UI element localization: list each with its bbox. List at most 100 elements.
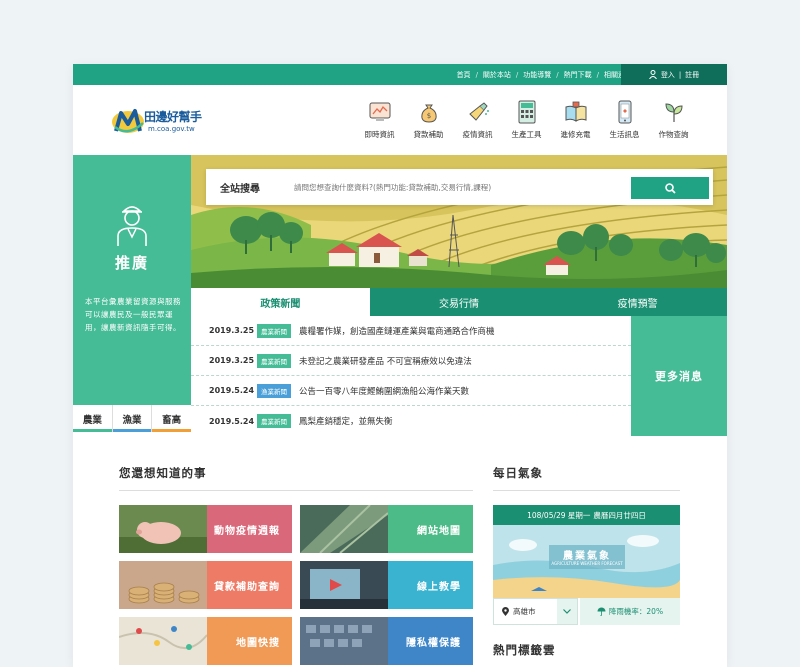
- search-icon: [664, 182, 676, 194]
- weather-banner-title: 農業氣象: [563, 551, 611, 562]
- tile-animal-epidemic[interactable]: 動物疫情週報: [119, 505, 292, 553]
- top-nav: 首頁 / 關於本站 / 功能導覽 / 熱門下載 / 相關連結: [452, 64, 637, 85]
- news-title: 公告一百零八年度鰹鮪圍網漁船公海作業天數: [299, 386, 470, 397]
- user-icon: [648, 70, 657, 79]
- news-item[interactable]: 2019.3.25 農業新聞 農糧署作媒，創造國產鏈運產業與電商通路合作商機: [191, 316, 631, 346]
- tile-privacy[interactable]: 隱私權保護: [300, 617, 473, 665]
- register-link[interactable]: 註冊: [685, 70, 699, 80]
- tab-epidemic-alert[interactable]: 疫情預警: [548, 288, 727, 316]
- news-date: 2019.5.24: [209, 416, 255, 426]
- topnav-downloads[interactable]: 熱門下載: [559, 70, 597, 80]
- topnav-separator: /: [515, 70, 519, 79]
- section-divider: [493, 490, 680, 491]
- nav-label: 生產工具: [511, 130, 542, 139]
- weather-widget: 108/05/29 星期一 農曆四月廿四日 農業氣象 AGRICULTURE W…: [493, 505, 680, 625]
- rain-probability: 降雨機率：20%: [580, 598, 680, 625]
- tile-label: 貸款補助查詢: [214, 581, 280, 593]
- location-pin-icon: [502, 607, 509, 616]
- category-indicator: [112, 429, 152, 432]
- nav-learning[interactable]: 進修充電: [551, 99, 600, 140]
- nav-label: 即時資訊: [364, 130, 395, 139]
- logo-m-icon: [112, 109, 144, 133]
- tile-label: 線上教學: [417, 581, 461, 593]
- weather-section-title: 每日氣象: [493, 466, 543, 480]
- sprout-icon: [661, 99, 687, 125]
- nav-epidemic-info[interactable]: 疫情資訊: [453, 99, 502, 140]
- category-fishery[interactable]: 漁業: [112, 405, 153, 432]
- news-tag: 農業新聞: [257, 353, 291, 368]
- phone-icon: [612, 99, 638, 125]
- umbrella-icon: [597, 607, 606, 616]
- spray-bottle-icon: [465, 99, 491, 125]
- hero-banner: 全站搜尋: [191, 155, 727, 288]
- topnav-about[interactable]: 關於本站: [478, 70, 516, 80]
- farmer-icon: [117, 206, 147, 246]
- weather-controls: 高雄市 降雨機率：20%: [493, 598, 680, 625]
- tile-sitemap[interactable]: 網站地圖: [300, 505, 473, 553]
- more-news-button[interactable]: 更多消息: [631, 316, 727, 436]
- news-tabs: 政策新聞 交易行情 疫情預警: [191, 288, 727, 316]
- nav-crop-search[interactable]: 作物查詢: [649, 99, 698, 140]
- page: 首頁 / 關於本站 / 功能導覽 / 熱門下載 / 相關連結 登入 | 註冊 田…: [73, 64, 727, 667]
- category-label: 漁業: [122, 414, 142, 426]
- category-label: 農業: [82, 414, 102, 426]
- weather-date: 108/05/29 星期一: [527, 510, 591, 520]
- news-item[interactable]: 2019.5.24 農業新聞 鳳梨產銷穩定，並無失衡: [191, 406, 631, 436]
- weather-banner-subtitle: AGRICULTURE WEATHER FORECAST: [551, 561, 623, 566]
- nav-label: 貸款補助: [413, 130, 444, 139]
- topnav-separator: /: [556, 70, 559, 79]
- weather-banner[interactable]: 農業氣象 AGRICULTURE WEATHER FORECAST: [493, 525, 680, 598]
- tab-market-price[interactable]: 交易行情: [370, 288, 549, 316]
- news-title: 農糧署作媒，創造國產鏈運產業與電商通路合作商機: [299, 326, 495, 337]
- category-indicator: [73, 429, 112, 432]
- top-bar: 首頁 / 關於本站 / 功能導覽 / 熱門下載 / 相關連結 登入 | 註冊: [73, 64, 727, 85]
- search-input[interactable]: [294, 177, 614, 197]
- topnav-guide[interactable]: 功能導覽: [518, 70, 556, 80]
- site-logo[interactable]: 田邊好幫手 m.coa.gov.tw: [111, 105, 221, 137]
- news-item[interactable]: 2019.3.25 農業新聞 未登記之農業研發產品 不可宣稱療效以免違法: [191, 346, 631, 376]
- topnav-home[interactable]: 首頁: [452, 70, 476, 80]
- category-livestock[interactable]: 畜高: [152, 405, 192, 432]
- nav-life-info[interactable]: 生活訊息: [600, 99, 649, 140]
- site-search: 全站搜尋: [206, 169, 713, 205]
- category-tabs: 農業 漁業 畜高: [73, 405, 192, 432]
- news-title: 鳳梨產銷穩定，並無失衡: [299, 417, 393, 427]
- svg-text:$: $: [426, 112, 430, 120]
- city-value: 高雄市: [513, 607, 536, 616]
- main-nav: 即時資訊 $ 貸款補助 疫情資訊 生產工具 進修充電 生活訊息 作物查詢: [355, 99, 698, 140]
- tile-map-search[interactable]: 地圖快搜: [119, 617, 292, 665]
- nav-production-tools[interactable]: 生產工具: [502, 99, 551, 140]
- nav-label: 疫情資訊: [462, 130, 493, 139]
- header: 田邊好幫手 m.coa.gov.tw 即時資訊 $ 貸款補助 疫情資訊 生產工具…: [73, 85, 727, 155]
- nav-realtime-info[interactable]: 即時資訊: [355, 99, 404, 140]
- tile-label: 地圖快搜: [236, 637, 280, 649]
- books-icon: [563, 99, 589, 125]
- search-button[interactable]: [631, 177, 709, 199]
- topnav-separator: /: [596, 70, 599, 79]
- news-tag: 漁業新聞: [257, 383, 291, 398]
- money-bag-icon: $: [416, 99, 442, 125]
- laptop-photo: [300, 561, 388, 609]
- tile-label: 動物疫情週報: [214, 525, 280, 537]
- know-section-title: 您還想知道的事: [119, 466, 207, 480]
- promo-description: 本平台彙農業留資源與服務可以讓農民及一般民眾運用，讓農新資訊隨手可得。: [85, 297, 181, 332]
- promo-title: 推廣: [114, 254, 149, 272]
- topnav-separator: /: [475, 70, 478, 79]
- login-separator: |: [678, 70, 682, 79]
- category-agriculture[interactable]: 農業: [73, 405, 113, 432]
- news-item[interactable]: 2019.5.24 漁業新聞 公告一百零八年度鰹鮪圍網漁船公海作業天數: [191, 376, 631, 406]
- city-select[interactable]: 高雄市: [493, 598, 578, 625]
- calculator-icon: [514, 99, 540, 125]
- tab-policy-news[interactable]: 政策新聞: [191, 288, 370, 316]
- logo-url: m.coa.gov.tw: [148, 125, 195, 133]
- news-date: 2019.3.25: [209, 356, 255, 365]
- news-date: 2019.5.24: [209, 386, 255, 395]
- tile-online-course[interactable]: 線上教學: [300, 561, 473, 609]
- nav-loan-subsidy[interactable]: $ 貸款補助: [404, 99, 453, 140]
- login-link[interactable]: 登入: [661, 70, 675, 80]
- tile-loan-search[interactable]: 貸款補助查詢: [119, 561, 292, 609]
- logo-name: 田邊好幫手: [144, 110, 202, 124]
- search-label: 全站搜尋: [220, 183, 260, 195]
- news-tag: 農業新聞: [257, 323, 291, 338]
- piglet-photo: [119, 505, 207, 553]
